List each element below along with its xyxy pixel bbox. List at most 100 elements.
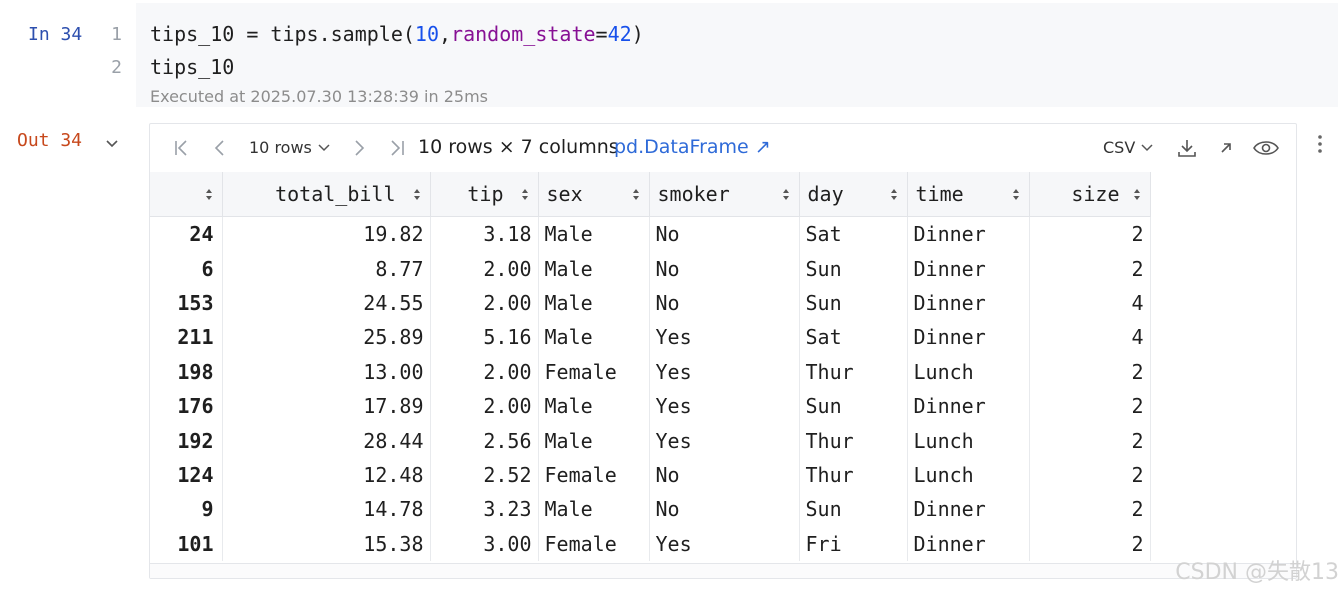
table-cell: 5.16 [430, 320, 539, 355]
table-cell: Sat [799, 216, 908, 252]
sort-icon[interactable] [782, 188, 790, 201]
sort-icon[interactable] [521, 188, 529, 201]
table-cell: Yes [649, 320, 800, 355]
chevron-down-icon [1141, 144, 1153, 152]
eye-icon[interactable] [1252, 137, 1280, 159]
collapse-chevron-icon[interactable] [103, 134, 121, 152]
table-cell: 17.89 [222, 388, 431, 424]
table-cell: 28.44 [222, 423, 431, 458]
column-header[interactable]: time [907, 172, 1030, 217]
table-cell: 2 [1029, 423, 1151, 458]
table-cell: Male [538, 285, 650, 321]
watermark: CSDN @失散13 [1175, 560, 1339, 585]
table-cell: Thur [799, 457, 908, 493]
row-index: 211 [150, 320, 223, 355]
table-cell: 2 [1029, 216, 1151, 252]
table-cell: Sun [799, 388, 908, 424]
table-cell: 2 [1029, 492, 1151, 527]
table-cell: 2 [1029, 388, 1151, 424]
sort-icon[interactable] [205, 188, 213, 201]
column-header-label: time [915, 182, 964, 206]
dataframe-table: total_bill tip sex smoker day time size … [150, 172, 1151, 561]
row-index: 124 [150, 457, 223, 493]
table-cell: 15.38 [222, 526, 431, 561]
table-cell: Yes [649, 354, 800, 389]
column-header-label: smoker [657, 182, 730, 206]
column-header[interactable]: total_bill [222, 172, 431, 217]
table-cell: Dinner [907, 285, 1030, 321]
code-line-2[interactable]: tips_10 [150, 55, 234, 79]
sort-icon[interactable] [413, 188, 421, 201]
table-cell: Lunch [907, 423, 1030, 458]
rows-per-page-select[interactable]: 10 rows [249, 138, 331, 157]
table-row: 124 12.48 2.52 Female No Thur Lunch 2 [150, 457, 1151, 493]
sort-icon[interactable] [890, 188, 898, 201]
table-row: 9 14.78 3.23 Male No Sun Dinner 2 [150, 492, 1151, 527]
table-cell: 3.00 [430, 526, 539, 561]
table-cell: Male [538, 423, 650, 458]
horizontal-scrollbar[interactable] [150, 563, 1295, 578]
chevron-down-icon [318, 144, 330, 152]
table-cell: Male [538, 216, 650, 252]
input-prompt: In 34 [28, 24, 83, 45]
table-cell: Yes [649, 526, 800, 561]
table-cell: No [649, 492, 800, 527]
table-cell: 3.23 [430, 492, 539, 527]
table-cell: 4 [1029, 285, 1151, 321]
table-cell: 4 [1029, 320, 1151, 355]
table-cell: Dinner [907, 320, 1030, 355]
code-number: 42 [607, 22, 632, 46]
row-index: 153 [150, 285, 223, 321]
table-cell: 25.89 [222, 320, 431, 355]
table-cell: Thur [799, 354, 908, 389]
table-cell: 24.55 [222, 285, 431, 321]
column-header[interactable]: tip [430, 172, 539, 217]
code-token: , [439, 22, 452, 46]
column-header[interactable] [150, 172, 223, 217]
table-cell: Female [538, 526, 650, 561]
row-index: 101 [150, 526, 223, 561]
column-header[interactable]: day [799, 172, 908, 217]
table-cell: Female [538, 457, 650, 493]
table-cell: Male [538, 492, 650, 527]
table-cell: Dinner [907, 388, 1030, 424]
sort-icon[interactable] [1133, 188, 1141, 201]
table-summary: 10 rows × 7 columns [418, 136, 619, 158]
table-cell: 14.78 [222, 492, 431, 527]
sort-icon[interactable] [1012, 188, 1020, 201]
sort-icon[interactable] [632, 188, 640, 201]
table-row: 192 28.44 2.56 Male Yes Thur Lunch 2 [150, 423, 1151, 458]
table-row: 198 13.00 2.00 Female Yes Thur Lunch 2 [150, 354, 1151, 389]
table-cell: 13.00 [222, 354, 431, 389]
table-row: 6 8.77 2.00 Male No Sun Dinner 2 [150, 251, 1151, 286]
last-page-icon[interactable] [386, 137, 408, 159]
code-line-1[interactable]: tips_10 = tips.sample(10,random_state=42… [150, 22, 644, 46]
prev-page-icon[interactable] [209, 137, 231, 159]
table-cell: Sat [799, 320, 908, 355]
table-cell: No [649, 251, 800, 286]
column-header[interactable]: size [1029, 172, 1151, 217]
open-external-icon[interactable] [1215, 137, 1237, 159]
more-vertical-icon[interactable] [1310, 132, 1330, 156]
export-format-select[interactable]: CSV [1103, 138, 1154, 157]
table-cell: Female [538, 354, 650, 389]
rows-select-label: 10 rows [249, 138, 312, 157]
line-number: 2 [111, 57, 122, 78]
column-header[interactable]: sex [538, 172, 650, 217]
download-icon[interactable] [1176, 137, 1198, 159]
header-row: total_bill tip sex smoker day time size [150, 172, 1151, 217]
column-header-label: day [807, 182, 844, 206]
code-number: 10 [414, 22, 439, 46]
table-cell: 2.00 [430, 251, 539, 286]
table-cell: Lunch [907, 457, 1030, 493]
column-header-label: size [1071, 182, 1120, 206]
csv-select-label: CSV [1103, 138, 1136, 157]
row-index: 192 [150, 423, 223, 458]
column-header[interactable]: smoker [649, 172, 800, 217]
table-cell: No [649, 216, 800, 252]
first-page-icon[interactable] [171, 137, 193, 159]
next-page-icon[interactable] [348, 137, 370, 159]
dataframe-type-link[interactable]: pd.DataFrame ↗ [614, 136, 771, 158]
table-cell: 8.77 [222, 251, 431, 286]
table-cell: 3.18 [430, 216, 539, 252]
